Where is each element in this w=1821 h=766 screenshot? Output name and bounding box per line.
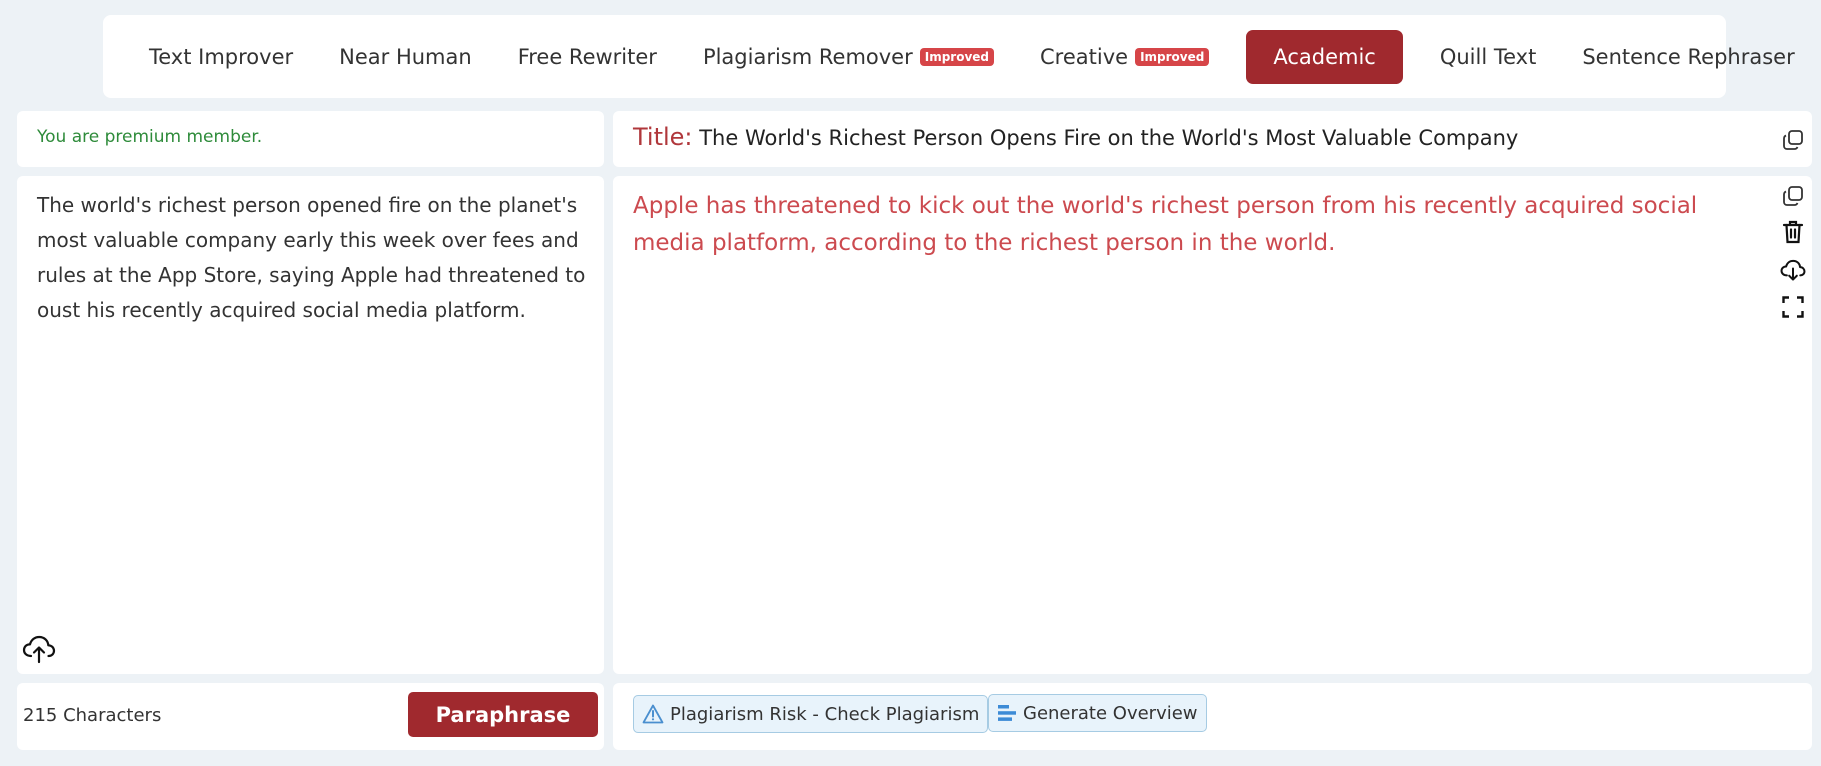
member-status: You are premium member.	[37, 127, 263, 147]
cloud-upload-icon[interactable]	[22, 634, 56, 668]
copy-icon[interactable]	[1781, 184, 1805, 212]
tab-label: Creative	[1040, 44, 1129, 69]
tab-label: Text Improver	[149, 44, 294, 69]
warning-icon	[642, 704, 664, 724]
member-panel: You are premium member.	[17, 111, 604, 167]
input-panel[interactable]: The world's richest person opened fire o…	[17, 176, 604, 674]
generate-overview-label: Generate Overview	[1023, 702, 1198, 724]
actions-panel: Plagiarism Risk - Check Plagiarism Gener…	[613, 683, 1812, 750]
trash-icon[interactable]	[1782, 220, 1804, 248]
title-panel: Title: The World's Richest Person Opens …	[613, 111, 1812, 167]
tab-text-improver[interactable]: Text Improver	[126, 30, 316, 84]
tab-plagiarism-remover[interactable]: Plagiarism Remover Improved	[680, 30, 1017, 84]
tab-academic[interactable]: Academic	[1246, 29, 1403, 84]
overview-icon	[998, 705, 1016, 721]
improved-badge: Improved	[919, 47, 995, 66]
title-text: The World's Richest Person Opens Fire on…	[699, 126, 1519, 150]
input-textarea[interactable]: The world's richest person opened fire o…	[37, 188, 592, 328]
mode-tabs: Text Improver Near Human Free Rewriter P…	[103, 15, 1795, 98]
tab-free-rewriter[interactable]: Free Rewriter	[495, 30, 680, 84]
check-plagiarism-label: Plagiarism Risk - Check Plagiarism	[670, 703, 980, 725]
generate-overview-button[interactable]: Generate Overview	[988, 694, 1207, 732]
tab-quill-text[interactable]: Quill Text	[1417, 30, 1560, 84]
tab-label: Free Rewriter	[517, 44, 657, 69]
tab-label: Plagiarism Remover	[702, 44, 913, 69]
count-panel: 215 Characters Paraphrase	[17, 683, 604, 750]
tab-near-human[interactable]: Near Human	[316, 30, 495, 84]
title-label: Title:	[633, 123, 693, 151]
tab-label: Near Human	[339, 44, 472, 69]
output-panel: Apple has threatened to kick out the wor…	[613, 176, 1812, 674]
tab-sentence-rephraser[interactable]: Sentence Rephraser	[1559, 30, 1817, 84]
paraphrase-button[interactable]: Paraphrase	[408, 692, 598, 737]
tab-label: Sentence Rephraser	[1582, 44, 1795, 69]
tab-creative[interactable]: Creative Improved	[1017, 30, 1232, 84]
copy-icon[interactable]	[1781, 128, 1805, 156]
improved-badge: Improved	[1135, 47, 1210, 66]
fullscreen-icon[interactable]	[1782, 296, 1804, 322]
tab-label: Quill Text	[1439, 44, 1537, 69]
check-plagiarism-button[interactable]: Plagiarism Risk - Check Plagiarism	[633, 695, 989, 733]
tab-label: Academic	[1273, 44, 1376, 69]
title-wrap: Title: The World's Richest Person Opens …	[633, 123, 1518, 151]
character-count: 215 Characters	[23, 705, 162, 726]
output-text: Apple has threatened to kick out the wor…	[633, 193, 1698, 256]
cloud-download-icon[interactable]	[1780, 258, 1806, 286]
